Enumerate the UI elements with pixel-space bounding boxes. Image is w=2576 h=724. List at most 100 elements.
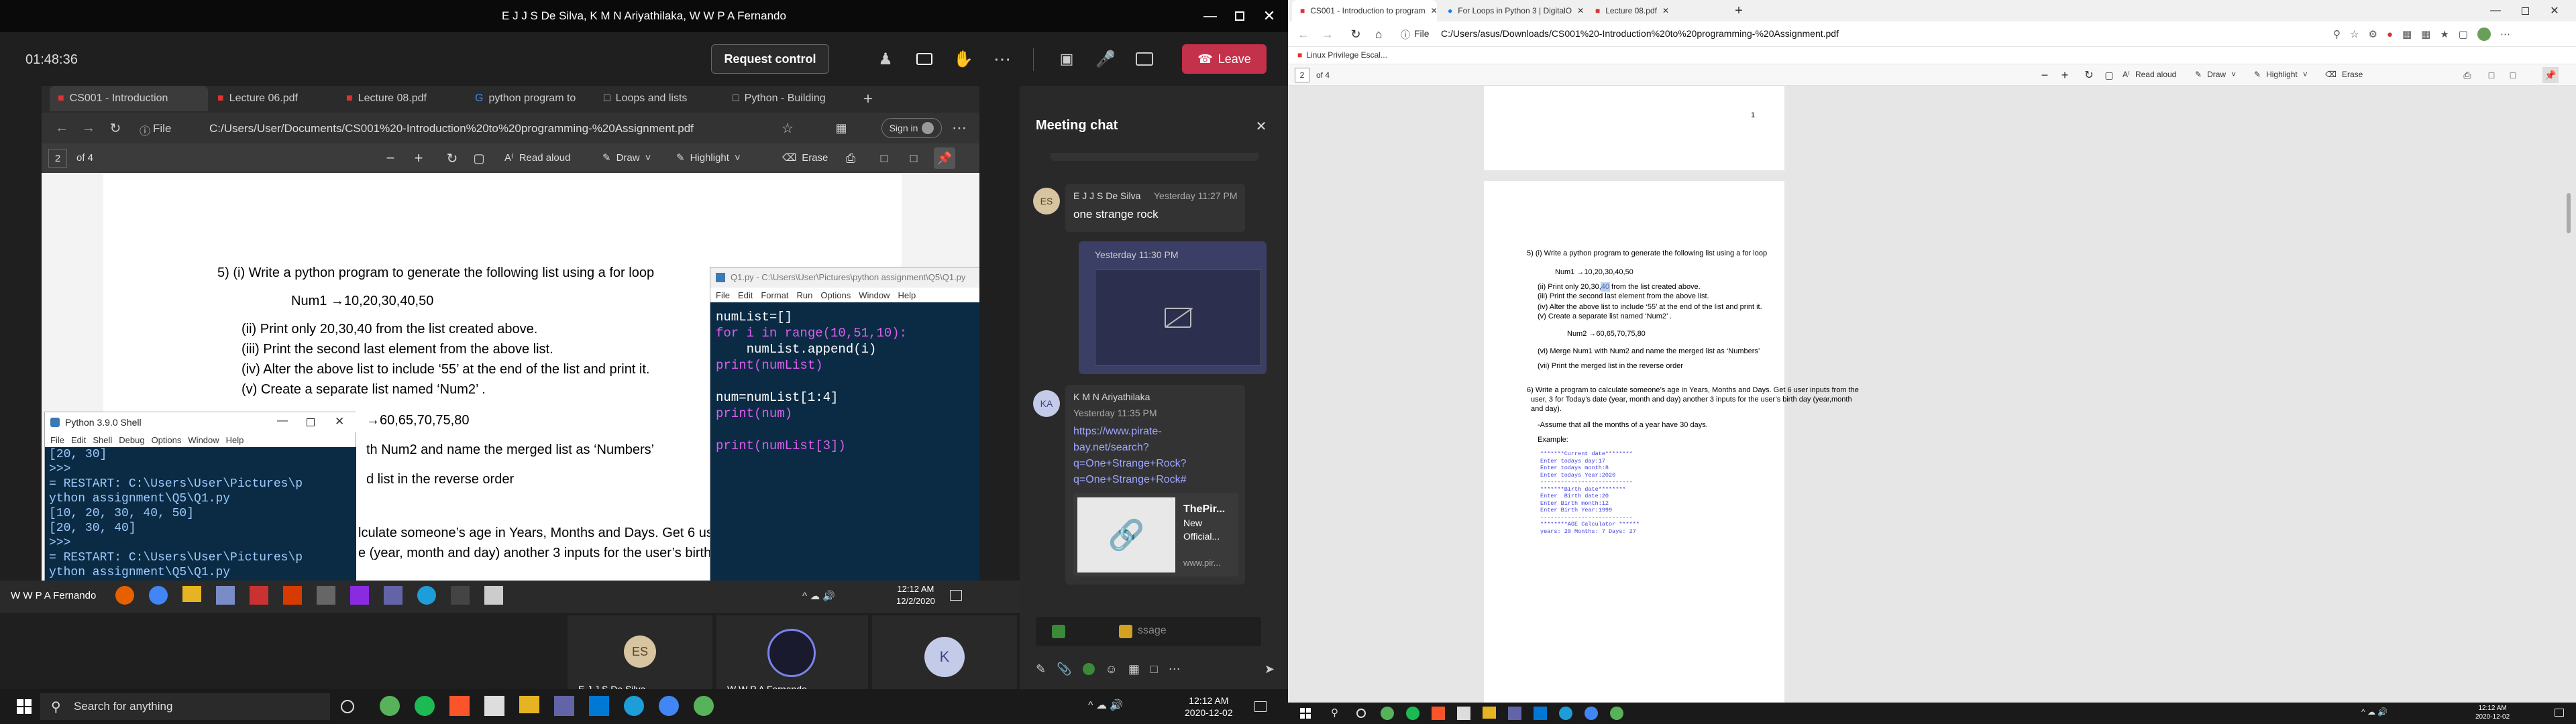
shared-tab-2[interactable]: ■ Lecture 06.pdf bbox=[209, 86, 337, 111]
read-aloud-button[interactable]: A⁽ Read aloud bbox=[504, 152, 570, 164]
zoom-out-icon[interactable]: − bbox=[2037, 67, 2053, 83]
send-icon[interactable]: ➤ bbox=[1265, 662, 1275, 676]
save-as-icon[interactable]: □ bbox=[2505, 67, 2521, 83]
app-icon[interactable] bbox=[380, 696, 400, 716]
gif-icon[interactable]: ▦ bbox=[1128, 662, 1140, 676]
file-explorer-icon[interactable] bbox=[519, 696, 539, 713]
draw-button[interactable]: ✎ Draw ˅ bbox=[602, 152, 651, 164]
participant-tile-1[interactable]: ES E J J S De Silva bbox=[568, 615, 712, 700]
save-icon[interactable]: □ bbox=[2483, 67, 2500, 83]
vertical-scrollbar[interactable] bbox=[2567, 193, 2571, 233]
mail-icon[interactable] bbox=[589, 696, 609, 716]
collections-icon[interactable]: ▦ bbox=[2421, 28, 2430, 40]
leave-button[interactable]: ☎ Leave bbox=[1182, 44, 1267, 74]
windows-start-icon[interactable] bbox=[1297, 705, 1313, 721]
edge-maximize-icon[interactable] bbox=[2512, 1, 2538, 20]
chrome-icon[interactable] bbox=[659, 696, 679, 716]
document-icon[interactable] bbox=[484, 696, 504, 716]
firefox-icon[interactable] bbox=[115, 586, 134, 605]
microphone-icon[interactable]: 🎤 bbox=[1092, 46, 1119, 72]
erase-button[interactable]: ⌫ Erase bbox=[782, 152, 828, 164]
highlight-button[interactable]: ✎ Highlight ˅ bbox=[676, 152, 741, 164]
forward-icon[interactable]: → bbox=[1318, 24, 1338, 44]
pin-icon[interactable]: 📌 bbox=[934, 147, 955, 169]
brave-icon[interactable] bbox=[449, 696, 470, 716]
back-icon[interactable]: ← bbox=[51, 117, 72, 139]
reload-icon[interactable]: ↻ bbox=[105, 117, 126, 139]
favorites-bar-icon[interactable]: ★ bbox=[2440, 28, 2449, 40]
shared-tab-3[interactable]: ■ Lecture 08.pdf bbox=[338, 86, 466, 111]
back-icon[interactable]: ← bbox=[1293, 24, 1313, 44]
mail-icon[interactable] bbox=[1534, 707, 1547, 720]
print-icon[interactable]: ⎙ bbox=[840, 147, 861, 169]
erase-button[interactable]: ⌫ Erase bbox=[2325, 70, 2363, 79]
shell-menu-edit[interactable]: Edit bbox=[71, 435, 86, 445]
zoom-in-icon[interactable]: + bbox=[2057, 67, 2073, 83]
shell-menu-options[interactable]: Options bbox=[152, 435, 182, 445]
profile-avatar-icon[interactable] bbox=[2477, 27, 2491, 41]
home-icon[interactable]: ⌂ bbox=[1368, 24, 1389, 44]
favorites-icon[interactable]: ☆ bbox=[777, 117, 798, 139]
url-text[interactable]: C:/Users/asus/Downloads/CS001%20-Introdu… bbox=[1441, 28, 1839, 39]
right-notification-icon[interactable] bbox=[2555, 709, 2564, 717]
chat-compose-box[interactable]: ssage bbox=[1036, 617, 1261, 646]
edge-icon[interactable] bbox=[624, 696, 644, 716]
edge-tab-2[interactable]: ● For Loops in Python 3 | DigitalO ✕ bbox=[1440, 0, 1585, 21]
url-text[interactable]: C:/Users/User/Documents/CS001%20-Introdu… bbox=[209, 122, 694, 135]
minimize-icon[interactable]: — bbox=[1197, 7, 1224, 25]
taskbar-search-box[interactable]: ⚲ Search for anything bbox=[40, 693, 330, 720]
shared-tab-4[interactable]: Gpython program to bbox=[467, 86, 594, 111]
collections-icon[interactable]: ▦ bbox=[830, 117, 852, 139]
camera-off-icon[interactable]: ▣ bbox=[1053, 46, 1080, 72]
chat-close-icon[interactable]: ✕ bbox=[1250, 115, 1272, 137]
read-aloud-button[interactable]: A⁽ Read aloud bbox=[2123, 70, 2176, 79]
attach-icon[interactable]: 📎 bbox=[1057, 662, 1071, 676]
shell-menu-file[interactable]: File bbox=[50, 435, 64, 445]
shared-tab-6[interactable]: □ Python - Building bbox=[724, 86, 852, 111]
fit-page-icon[interactable]: ▢ bbox=[468, 147, 490, 169]
participant-tile-2[interactable]: W W P A Fernando bbox=[716, 615, 868, 700]
app-icon[interactable] bbox=[1381, 707, 1394, 720]
spotify-icon[interactable] bbox=[1406, 707, 1419, 720]
more-options-icon[interactable]: ⋯ bbox=[989, 46, 1016, 72]
shared-notification-icon[interactable] bbox=[950, 590, 962, 601]
python-idle-icon[interactable] bbox=[484, 586, 503, 605]
participants-icon[interactable]: ♟ bbox=[872, 46, 899, 72]
reload-icon[interactable]: ↻ bbox=[1346, 24, 1366, 44]
maximize-icon[interactable] bbox=[1226, 7, 1253, 25]
draw-button[interactable]: ✎ Draw ˅ bbox=[2195, 70, 2236, 79]
zoom-icon[interactable]: ⚲ bbox=[2333, 28, 2341, 40]
teams-icon[interactable] bbox=[1508, 707, 1521, 720]
page-number-input[interactable]: 2 bbox=[1295, 68, 1309, 82]
edge-icon[interactable] bbox=[417, 586, 436, 605]
print-icon[interactable]: ⎙ bbox=[2459, 67, 2475, 83]
left-notification-icon[interactable] bbox=[1254, 701, 1267, 712]
idle-menu-file[interactable]: File bbox=[716, 290, 730, 300]
rotate-icon[interactable]: ↻ bbox=[441, 147, 463, 169]
idle-menu-format[interactable]: Format bbox=[761, 290, 788, 300]
spotify-icon[interactable] bbox=[415, 696, 435, 716]
idle-code-area[interactable]: numList=[] for i in range(10,51,10): num… bbox=[710, 302, 979, 613]
office-icon[interactable] bbox=[283, 586, 302, 605]
extension-icon[interactable]: ▦ bbox=[2402, 28, 2412, 40]
extension-icon[interactable]: ⚙ bbox=[2368, 28, 2377, 40]
tab-close-icon[interactable]: ✕ bbox=[1577, 6, 1584, 15]
highlight-button[interactable]: ✎ Highlight ˅ bbox=[2254, 70, 2308, 79]
fit-page-icon[interactable]: ▢ bbox=[2101, 67, 2117, 83]
document-icon[interactable] bbox=[1457, 707, 1470, 720]
message-link[interactable]: https://www.pirate- bay.net/search? q=On… bbox=[1073, 424, 1187, 488]
shell-menu-window[interactable]: Window bbox=[188, 435, 219, 445]
chrome-icon[interactable] bbox=[149, 586, 168, 605]
calculator-icon[interactable] bbox=[317, 586, 335, 605]
shell-close-icon[interactable]: ✕ bbox=[335, 415, 344, 428]
pin-icon[interactable]: 📌 bbox=[2542, 67, 2559, 83]
idle-menu-options[interactable]: Options bbox=[820, 290, 851, 300]
tab-close-icon[interactable]: ✕ bbox=[1431, 6, 1437, 15]
zoom-out-icon[interactable]: − bbox=[380, 147, 401, 169]
more-icon[interactable]: ⋯ bbox=[1169, 662, 1181, 676]
edge-tab-1[interactable]: ■ CS001 - Introduction to program ✕ bbox=[1292, 0, 1437, 21]
folder-icon[interactable] bbox=[182, 586, 201, 602]
request-control-button[interactable]: Request control bbox=[711, 44, 829, 74]
shared-tab-1[interactable]: ■ CS001 - Introduction bbox=[50, 86, 208, 111]
chat-icon[interactable] bbox=[911, 46, 938, 72]
